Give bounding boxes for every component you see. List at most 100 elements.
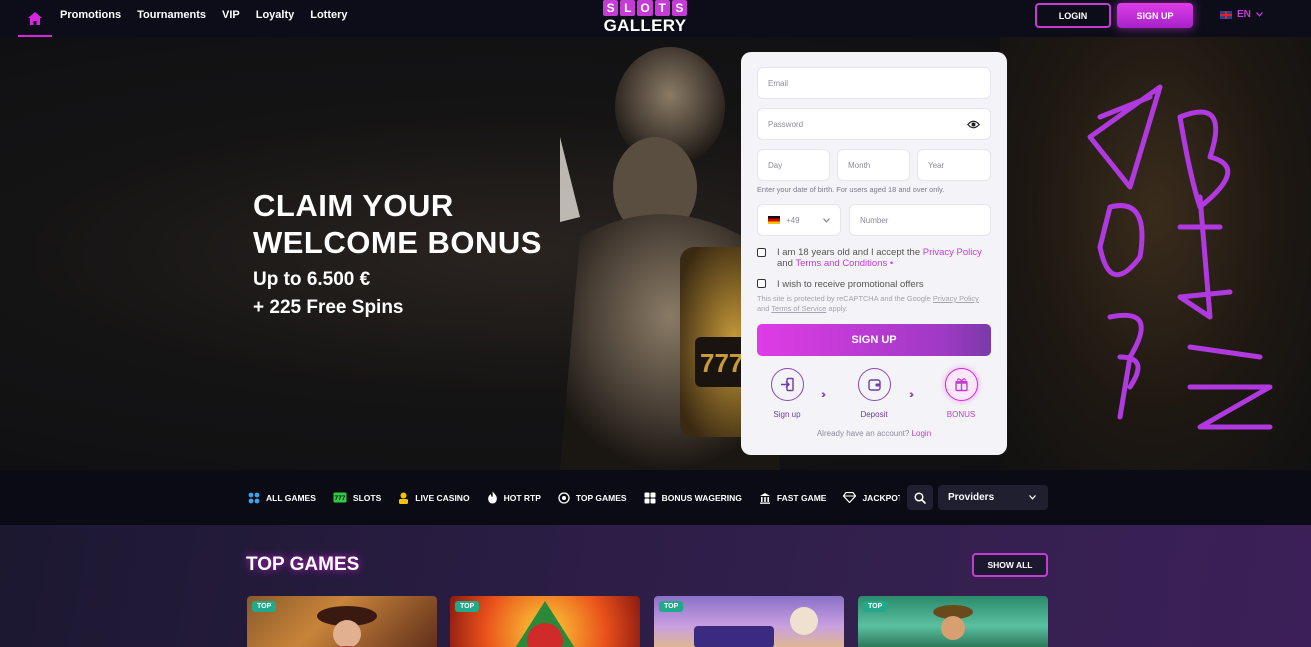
promo-label: I wish to receive promotional offers [777,279,924,290]
squares-icon [644,492,656,503]
registration-form: Email Password Day Month Year Enter your… [741,52,1007,455]
game-card[interactable]: TOP [450,596,640,647]
category-fast-game[interactable]: FAST GAME [759,492,827,504]
password-placeholder: Password [768,119,804,129]
game-card[interactable]: TOP [247,596,437,647]
recaptcha-privacy-link[interactable]: Privacy Policy [933,294,979,303]
already-account: Already have an account? Login [741,429,1007,438]
top-header: Promotions Tournaments VIP Loyalty Lotte… [0,0,1311,37]
gift-icon [954,378,968,392]
logo[interactable]: S L O T S GALLERY [601,0,689,36]
recaptcha-notice: This site is protected by reCAPTCHA and … [757,294,992,314]
flame-icon [487,491,497,504]
dob-hint: Enter your date of birth. For users aged… [757,185,945,194]
language-selector[interactable]: EN [1220,9,1263,20]
graffiti-decoration [1087,84,1273,430]
chevron-down-icon [1255,12,1263,17]
required-marker: • [887,258,894,269]
category-bonus-wagering[interactable]: BONUS WAGERING [644,492,742,504]
slots-icon: 777 [333,492,347,503]
password-field[interactable]: Password [757,108,991,140]
step-label: Sign up [773,410,801,419]
uk-flag-icon [1220,10,1232,19]
recaptcha-terms-link[interactable]: Terms of Service [771,304,826,313]
providers-select[interactable]: Providers [938,485,1048,510]
show-all-button[interactable]: SHOW ALL [972,553,1048,577]
nav-loyalty[interactable]: Loyalty [256,9,295,21]
terms-checkbox[interactable] [757,248,766,257]
svg-text:777: 777 [334,495,345,502]
category-label: TOP GAMES [575,492,627,503]
step-label: Deposit [860,410,888,419]
login-enter-icon [780,377,794,392]
game-card[interactable]: TOP [654,596,844,647]
promo-checkbox[interactable] [757,279,766,288]
live-dealer-icon [399,492,409,504]
step-arrows: ››› [909,389,914,401]
category-label: FAST GAME [776,492,827,503]
logo-letter: O [637,0,653,16]
login-button[interactable]: LOGIN [1035,3,1111,28]
category-hot-rtp[interactable]: HOT RTP [487,491,541,504]
category-top-games[interactable]: TOP GAMES [558,491,627,504]
section-title: TOP GAMES [246,554,360,575]
category-label: ALL GAMES [266,492,316,503]
signup-button[interactable]: SIGN UP [1117,3,1193,28]
category-label: JACKPOT [862,492,900,503]
hero-title: CLAIM YOUR WELCOME BONUS [253,187,542,261]
category-live-casino[interactable]: LIVE CASINO [398,492,470,504]
form-login-link[interactable]: Login [912,429,932,438]
category-label: HOT RTP [503,492,541,503]
form-signup-button[interactable]: SIGN UP [757,324,991,356]
step-label: BONUS [946,410,976,419]
already-text: Already have an account? [816,429,912,438]
category-label: SLOTS [352,492,382,503]
terms-conditions-link[interactable]: Terms and Conditions [795,258,887,269]
terms-text: I am 18 years old and I accept the [777,247,923,258]
privacy-policy-link[interactable]: Privacy Policy [923,247,982,258]
chevron-down-icon [1029,495,1036,500]
phone-code-select[interactable]: +49 [757,204,841,236]
terms-text: and [777,258,796,269]
home-icon [28,12,42,25]
star-badge-icon [558,491,570,504]
category-label: BONUS WAGERING [661,492,742,503]
step-signup: Sign up [757,368,817,419]
nav-promotions[interactable]: Promotions [60,9,121,21]
building-icon [759,492,770,504]
search-icon [914,491,926,504]
category-jackpot[interactable]: JACKPOT [843,492,900,503]
logo-letter: S [603,0,619,16]
category-label: LIVE CASINO [415,492,470,503]
game-card[interactable]: TOP [858,596,1048,647]
hero-title-line: WELCOME BONUS [253,225,542,260]
top-badge: TOP [659,601,684,612]
chevron-down-icon [823,218,830,223]
game-search-button[interactable] [907,485,933,510]
nav-vip[interactable]: VIP [222,9,240,21]
main-nav: Promotions Tournaments VIP Loyalty Lotte… [60,0,348,30]
day-field[interactable]: Day [757,149,830,181]
logo-letter: L [620,0,636,16]
nav-tournaments[interactable]: Tournaments [137,9,206,21]
category-slots[interactable]: 777 SLOTS [333,492,381,503]
month-field[interactable]: Month [837,149,910,181]
category-bar: ALL GAMES 777 SLOTS LIVE CASINO HOT RTP … [0,470,1311,525]
recaptcha-text: apply. [826,304,848,313]
step-bonus: BONUS [931,368,991,419]
nav-lottery[interactable]: Lottery [310,9,347,21]
phone-number-field[interactable]: Number [849,204,991,236]
year-field[interactable]: Year [917,149,991,181]
logo-text: GALLERY [603,16,687,35]
home-button[interactable] [18,0,52,37]
language-code: EN [1237,9,1251,20]
eye-icon[interactable] [967,119,980,130]
phone-code: +49 [786,215,800,225]
terms-label: I am 18 years old and I accept the Priva… [777,247,991,269]
email-field[interactable]: Email [757,67,991,99]
category-all-games[interactable]: ALL GAMES [248,492,316,504]
recaptcha-text: and [757,304,772,313]
logo-letter: T [654,0,670,16]
hero-banner: 777 CLAIM YOUR WELCOME BONUS Up to 6.500… [0,37,1311,470]
top-games-section: TOP GAMES SHOW ALL TOP TOP TOP TOP [0,525,1311,647]
